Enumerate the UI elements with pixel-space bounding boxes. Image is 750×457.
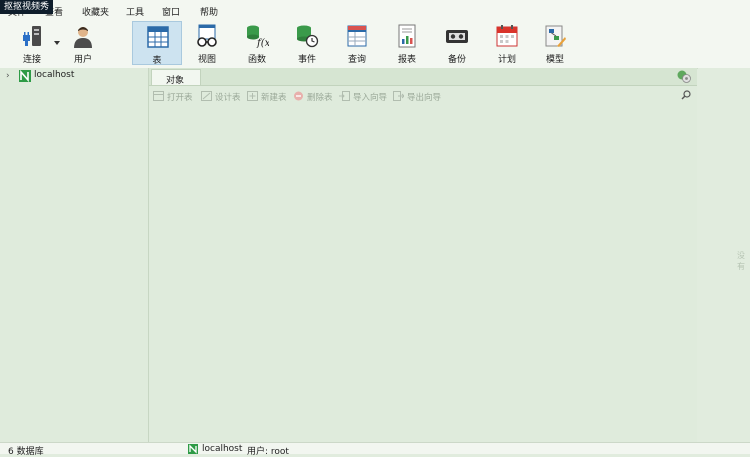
status-user: 用户: root xyxy=(247,447,289,457)
connection-label: 连接 xyxy=(22,55,41,65)
query-icon xyxy=(347,25,367,47)
menu-window[interactable]: 窗口 xyxy=(162,5,180,18)
view-button[interactable]: 视图 xyxy=(182,21,232,65)
model-icon xyxy=(545,25,566,47)
new-table-icon xyxy=(247,91,258,101)
view-icon xyxy=(197,24,217,47)
object-info-icon[interactable] xyxy=(677,70,691,83)
connection-icon xyxy=(23,26,41,46)
tab-objects-label: 对象 xyxy=(166,76,185,86)
tab-objects[interactable]: 对象 xyxy=(151,69,201,86)
menu-tools[interactable]: 工具 xyxy=(126,5,144,18)
svg-text:f(x): f(x) xyxy=(256,38,269,48)
schedule-button[interactable]: 计划 xyxy=(482,21,532,65)
function-button[interactable]: f(x) 函数 xyxy=(232,21,282,65)
delete-table-icon xyxy=(294,91,303,101)
model-label: 模型 xyxy=(545,55,564,65)
backup-label: 备份 xyxy=(447,55,466,65)
user-icon xyxy=(74,27,92,48)
report-icon xyxy=(398,24,416,48)
menu-favorites[interactable]: 收藏夹 xyxy=(82,5,109,18)
event-button[interactable]: 事件 xyxy=(282,21,332,65)
database-count: 6 数据库 xyxy=(8,447,44,457)
report-label: 报表 xyxy=(397,55,416,65)
model-button[interactable]: 模型 xyxy=(530,21,580,65)
open-table-icon xyxy=(153,91,164,101)
query-label: 查询 xyxy=(347,55,366,65)
user-label: 用户 xyxy=(73,55,92,65)
tab-bar: 对象 xyxy=(149,68,697,86)
function-label: 函数 xyxy=(247,55,266,65)
menu-bar: 文件 查看 收藏夹 工具 窗口 帮助 抠抠视频秀 xyxy=(0,0,750,19)
status-bar: 6 数据库 localhost 用户: root xyxy=(0,442,750,457)
search-icon[interactable] xyxy=(681,90,691,100)
info-pane-placeholder: 没有 xyxy=(737,251,745,271)
main-toolbar: 连接 用户 表 视图 f(函数 事件 查询 报表 备份 计划 模型 xyxy=(0,19,750,69)
connection-name: localhost xyxy=(34,70,75,80)
view-label: 视图 xyxy=(197,55,216,65)
backup-icon xyxy=(446,30,468,43)
table-button[interactable]: 表 xyxy=(132,21,182,66)
design-table-icon xyxy=(201,91,212,101)
backup-button[interactable]: 备份 xyxy=(432,21,482,65)
watermark-label: 抠抠视频秀 xyxy=(0,0,54,14)
query-button[interactable]: 查询 xyxy=(332,21,382,65)
report-button[interactable]: 报表 xyxy=(382,21,432,65)
menu-help[interactable]: 帮助 xyxy=(200,5,218,18)
import-wizard-icon xyxy=(339,91,350,101)
expand-arrow-icon[interactable]: › xyxy=(6,71,10,81)
object-toolbar: 打开表 设计表 新建表 删除表 导入向导 导出向导 xyxy=(149,86,697,106)
event-label: 事件 xyxy=(297,55,316,65)
export-wizard-icon xyxy=(393,91,404,101)
navigation-pane: › localhost xyxy=(0,68,149,442)
connection-node-icon xyxy=(19,70,31,82)
connection-button[interactable]: 连接 xyxy=(7,21,57,65)
connection-tree-item[interactable]: › localhost xyxy=(0,69,148,83)
table-label: 表 xyxy=(152,56,162,66)
schedule-label: 计划 xyxy=(497,55,516,65)
table-icon xyxy=(147,26,169,48)
user-button[interactable]: 用户 xyxy=(58,21,108,65)
object-pane: 对象 打开表 设计表 新建表 删除表 导入向导 导出向导 xyxy=(149,68,697,442)
function-icon: f(x) xyxy=(247,25,269,48)
schedule-icon xyxy=(496,25,518,47)
event-icon xyxy=(297,25,319,48)
